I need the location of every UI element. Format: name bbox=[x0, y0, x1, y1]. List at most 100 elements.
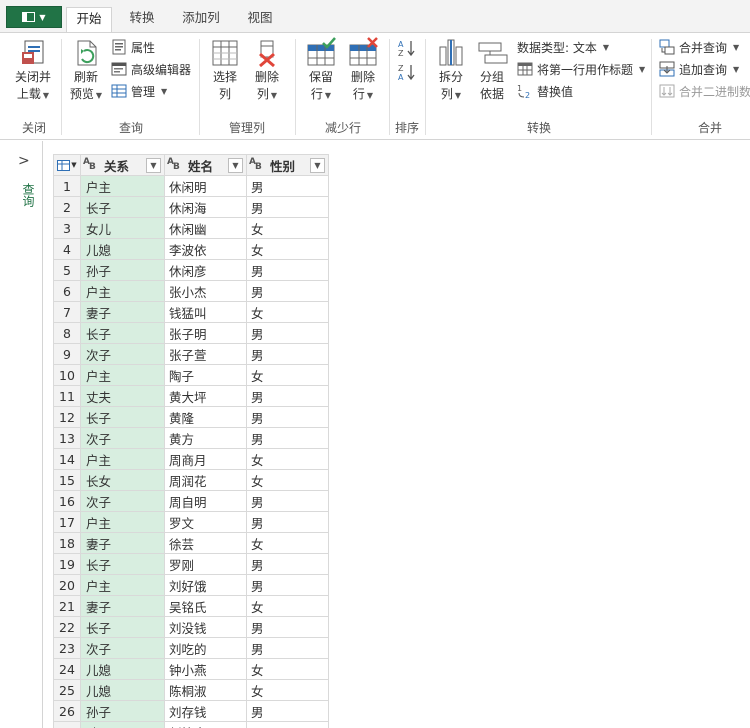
cell-relation[interactable]: 户主 bbox=[80, 448, 165, 470]
cell-relation[interactable]: 户主 bbox=[80, 280, 165, 302]
row-number[interactable]: 17 bbox=[53, 511, 81, 533]
table-row[interactable]: 3 女儿 休闲幽女 bbox=[53, 217, 329, 239]
table-row[interactable]: 12 长子 黄隆男 bbox=[53, 406, 329, 428]
manage-button[interactable]: 管理 ▼ bbox=[111, 81, 167, 101]
cell-name[interactable]: 周自明 bbox=[164, 490, 247, 512]
row-number[interactable]: 16 bbox=[53, 490, 81, 512]
cell-gender[interactable]: 女 bbox=[246, 301, 329, 323]
table-row[interactable]: 27孙子刘快富男 bbox=[53, 721, 329, 728]
table-row[interactable]: 15 长女 周润花女 bbox=[53, 469, 329, 491]
row-number[interactable]: 27 bbox=[53, 721, 81, 728]
cell-gender[interactable]: 女 bbox=[246, 469, 329, 491]
row-number[interactable]: 19 bbox=[53, 553, 81, 575]
cell-gender[interactable]: 男 bbox=[246, 427, 329, 449]
cell-gender[interactable]: 男 bbox=[246, 322, 329, 344]
use-first-row-as-headers-button[interactable]: 将第一行用作标题 ▼ bbox=[517, 59, 645, 79]
tab-home[interactable]: 开始 bbox=[66, 7, 112, 33]
row-number[interactable]: 24 bbox=[53, 658, 81, 680]
table-row[interactable]: 1 户主 休闲明男 bbox=[53, 175, 329, 197]
tab-view[interactable]: 视图 bbox=[240, 7, 280, 32]
cell-name[interactable]: 黄方 bbox=[164, 427, 247, 449]
cell-relation[interactable]: 长女 bbox=[80, 469, 165, 491]
table-corner-menu[interactable]: ▼ bbox=[53, 154, 81, 176]
cell-gender[interactable]: 男 bbox=[246, 616, 329, 638]
cell-name[interactable]: 刘快富 bbox=[164, 721, 247, 728]
sort-ascending-button[interactable]: AZ bbox=[398, 37, 415, 58]
table-row[interactable]: 20 户主 刘好饿男 bbox=[53, 574, 329, 596]
cell-relation[interactable]: 户主 bbox=[80, 364, 165, 386]
cell-relation[interactable]: 儿媳 bbox=[80, 658, 165, 680]
table-row[interactable]: 17 户主 罗文男 bbox=[53, 511, 329, 533]
table-row[interactable]: 5 孙子 休闲彦男 bbox=[53, 259, 329, 281]
cell-relation[interactable]: 次子 bbox=[80, 343, 165, 365]
row-number[interactable]: 21 bbox=[53, 595, 81, 617]
row-number[interactable]: 26 bbox=[53, 700, 81, 722]
group-by-button[interactable]: 分组 依据 bbox=[474, 37, 510, 103]
cell-relation[interactable]: 丈夫 bbox=[80, 385, 165, 407]
table-row[interactable]: 10 户主 陶子女 bbox=[53, 364, 329, 386]
cell-relation[interactable]: 户主 bbox=[80, 511, 165, 533]
table-row[interactable]: 24 儿媳 钟小燕女 bbox=[53, 658, 329, 680]
cell-relation[interactable]: 户主 bbox=[80, 574, 165, 596]
tab-add-column[interactable]: 添加列 bbox=[173, 7, 229, 32]
cell-gender[interactable]: 女 bbox=[246, 595, 329, 617]
row-number[interactable]: 7 bbox=[53, 301, 81, 323]
cell-gender[interactable]: 男 bbox=[246, 406, 329, 428]
remove-columns-button[interactable]: 删除 列 ▼ bbox=[248, 37, 286, 104]
row-number[interactable]: 14 bbox=[53, 448, 81, 470]
cell-gender[interactable]: 男 bbox=[246, 280, 329, 302]
cell-relation[interactable]: 次子 bbox=[80, 490, 165, 512]
column-header-name[interactable]: AB 姓名 ▼ bbox=[164, 154, 247, 176]
cell-name[interactable]: 周润花 bbox=[164, 469, 247, 491]
cell-name[interactable]: 钱猛叫 bbox=[164, 301, 247, 323]
column-header-relation[interactable]: AB 关系 ▼ bbox=[80, 154, 165, 176]
row-number[interactable]: 2 bbox=[53, 196, 81, 218]
table-row[interactable]: 23 次子 刘吃的男 bbox=[53, 637, 329, 659]
row-number[interactable]: 11 bbox=[53, 385, 81, 407]
cell-name[interactable]: 张子萱 bbox=[164, 343, 247, 365]
cell-gender[interactable]: 女 bbox=[246, 532, 329, 554]
table-row[interactable]: 13 次子 黄方男 bbox=[53, 427, 329, 449]
cell-name[interactable]: 周商月 bbox=[164, 448, 247, 470]
cell-gender[interactable]: 女 bbox=[246, 448, 329, 470]
row-number[interactable]: 5 bbox=[53, 259, 81, 281]
table-row[interactable]: 8 长子 张子明男 bbox=[53, 322, 329, 344]
cell-gender[interactable]: 男 bbox=[246, 511, 329, 533]
file-menu-button[interactable]: ▼ bbox=[6, 6, 62, 28]
cell-relation[interactable]: 长子 bbox=[80, 322, 165, 344]
cell-gender[interactable]: 男 bbox=[246, 196, 329, 218]
cell-relation[interactable]: 长子 bbox=[80, 196, 165, 218]
cell-gender[interactable]: 男 bbox=[246, 553, 329, 575]
row-number[interactable]: 18 bbox=[53, 532, 81, 554]
cell-gender[interactable]: 男 bbox=[246, 700, 329, 722]
table-row[interactable]: 19 长子 罗刚男 bbox=[53, 553, 329, 575]
cell-name[interactable]: 吴铭氏 bbox=[164, 595, 247, 617]
data-type-dropdown[interactable]: 数据类型: 文本 ▼ bbox=[517, 37, 609, 57]
cell-name[interactable]: 徐芸 bbox=[164, 532, 247, 554]
cell-relation[interactable]: 长子 bbox=[80, 406, 165, 428]
cell-gender[interactable]: 女 bbox=[246, 217, 329, 239]
row-number[interactable]: 8 bbox=[53, 322, 81, 344]
properties-button[interactable]: 属性 bbox=[111, 37, 155, 57]
cell-gender[interactable]: 男 bbox=[246, 574, 329, 596]
cell-relation[interactable]: 妻子 bbox=[80, 301, 165, 323]
cell-name[interactable]: 陈桐淑 bbox=[164, 679, 247, 701]
row-number[interactable]: 13 bbox=[53, 427, 81, 449]
close-and-load-button[interactable]: 关闭并 上载 ▼ bbox=[12, 37, 54, 104]
chevron-right-icon[interactable]: > bbox=[18, 153, 30, 169]
table-row[interactable]: 4 儿媳 李波依女 bbox=[53, 238, 329, 260]
row-number[interactable]: 10 bbox=[53, 364, 81, 386]
keep-rows-button[interactable]: 保留 行 ▼ bbox=[301, 37, 341, 104]
cell-relation[interactable]: 孙子 bbox=[80, 259, 165, 281]
cell-relation[interactable]: 孙子 bbox=[80, 700, 165, 722]
cell-gender[interactable]: 女 bbox=[246, 658, 329, 680]
cell-gender[interactable]: 女 bbox=[246, 238, 329, 260]
cell-name[interactable]: 罗刚 bbox=[164, 553, 247, 575]
table-row[interactable]: 16 次子 周自明男 bbox=[53, 490, 329, 512]
cell-name[interactable]: 黄大坪 bbox=[164, 385, 247, 407]
cell-relation[interactable]: 儿媳 bbox=[80, 679, 165, 701]
cell-name[interactable]: 休闲彦 bbox=[164, 259, 247, 281]
queries-pane-label[interactable]: 查询 bbox=[20, 183, 37, 207]
cell-gender[interactable]: 男 bbox=[246, 259, 329, 281]
table-row[interactable]: 6 户主 张小杰男 bbox=[53, 280, 329, 302]
